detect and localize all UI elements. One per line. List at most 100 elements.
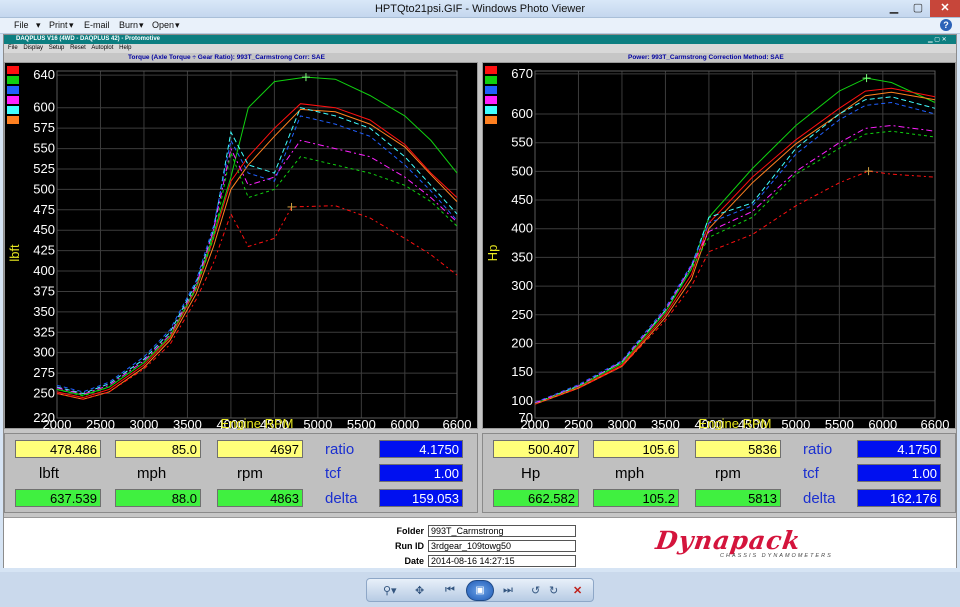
y-tick-label: 250 xyxy=(511,307,533,322)
delta-value: 159.053 xyxy=(379,489,463,507)
x-tick-label: 3500 xyxy=(173,417,202,430)
y-tick-label: 300 xyxy=(33,345,55,360)
ratio-value: 4.1750 xyxy=(379,440,463,458)
menu-print[interactable]: Print xyxy=(49,20,68,30)
app-menu-autoplot[interactable]: Autoplot xyxy=(91,45,113,51)
app-menu-setup[interactable]: Setup xyxy=(49,45,65,51)
power-value-box: 500.407 xyxy=(493,440,579,458)
plot-frame xyxy=(56,70,458,419)
tcf-label: tcf xyxy=(325,465,341,482)
y-tick-label: 400 xyxy=(511,221,533,236)
y-tick-label: 640 xyxy=(33,67,55,82)
close-button[interactable]: ✕ xyxy=(930,0,960,17)
unit-label: mph xyxy=(615,465,645,482)
y-tick-label: 400 xyxy=(33,263,55,278)
legend-swatch xyxy=(485,96,497,104)
peak-rpm-box: 5813 xyxy=(695,489,781,507)
ratio-label: ratio xyxy=(803,441,833,458)
y-tick-label: 670 xyxy=(511,66,533,81)
rotate-right-icon[interactable]: ↻ xyxy=(549,584,558,597)
menu-email[interactable]: E-mail xyxy=(84,20,110,30)
menu-open[interactable]: Open xyxy=(152,20,174,30)
speed-value-box: 105.6 xyxy=(593,440,679,458)
y-tick-label: 550 xyxy=(33,141,55,156)
app-menu-reset[interactable]: Reset xyxy=(70,45,86,51)
legend-swatch xyxy=(7,106,19,114)
y-tick-label: 275 xyxy=(33,365,55,380)
unit-label: mph xyxy=(137,465,167,482)
power-chart-svg: 2000 2500 3000 3500 4000 4500 5000 5500 6000 6600… xyxy=(485,66,950,430)
series-line xyxy=(534,91,936,405)
x-tick-label: 2500 xyxy=(564,417,593,430)
actual-size-icon[interactable]: ✥ xyxy=(415,584,424,597)
rpm-value-box: 5836 xyxy=(695,440,781,458)
delete-icon[interactable]: ✕ xyxy=(573,584,582,597)
dynapack-logo: Dynapack CHASSIS DYNAMOMETERS xyxy=(653,522,880,562)
chevron-down-icon: ▾ xyxy=(139,20,144,30)
legend-swatch xyxy=(485,106,497,114)
y-axis-label: Hp xyxy=(485,245,500,262)
y-tick-label: 525 xyxy=(33,161,55,176)
y-tick-label: 425 xyxy=(33,243,55,258)
x-tick-label: 5500 xyxy=(825,417,854,430)
slideshow-button[interactable]: ▣ xyxy=(466,580,494,601)
maximize-button[interactable]: ▢ xyxy=(906,0,930,17)
next-icon[interactable]: ⏭ xyxy=(503,584,513,597)
y-tick-label: 200 xyxy=(511,335,533,350)
previous-icon[interactable]: ⏮ xyxy=(445,584,455,597)
torque-chart-svg: 2000 2500 3000 3500 4000 4500 5000 5500 6000 6600… xyxy=(7,66,471,430)
torque-value-box: 478.486 xyxy=(15,440,101,458)
x-tick-label: 6000 xyxy=(390,417,419,430)
x-tick-label: 6600 xyxy=(921,417,950,430)
y-tick-label: 300 xyxy=(511,278,533,293)
peak-power-box: 662.582 xyxy=(493,489,579,507)
legend-swatch xyxy=(7,66,19,74)
menu-bar: File ▾ Print ▾ E-mail Burn ▾ Open ▾ ? xyxy=(0,18,960,34)
y-tick-label: 350 xyxy=(33,304,55,319)
chevron-down-icon: ▾ xyxy=(36,20,41,30)
x-tick-label: 3000 xyxy=(607,417,636,430)
zoom-icon[interactable]: ⚲▾ xyxy=(383,584,397,597)
run-info-panel: Folder 993T_Carmstrong Run ID 3rdgear_10… xyxy=(4,517,956,568)
y-tick-label: 575 xyxy=(33,120,55,135)
speed-value-box: 85.0 xyxy=(115,440,201,458)
app-menu-file[interactable]: File xyxy=(8,45,18,51)
app-window-controls-icon: ▁ ▢ ✕ xyxy=(928,37,947,43)
series-line xyxy=(56,115,458,393)
unit-label: lbft xyxy=(39,465,60,482)
date-value: 2014-08-16 14:27:15 xyxy=(428,555,576,567)
unit-label: rpm xyxy=(237,465,263,482)
x-tick-label: 5000 xyxy=(303,417,332,430)
power-readout-panel: 500.407 105.6 5836 Hp mph rpm 662.582 10… xyxy=(482,433,956,513)
legend-swatch xyxy=(485,116,497,124)
runid-label: Run ID xyxy=(395,541,424,551)
legend-swatch xyxy=(7,76,19,84)
date-label: Date xyxy=(404,556,424,566)
help-icon[interactable]: ? xyxy=(940,19,952,31)
legend-swatch xyxy=(485,76,497,84)
menu-file[interactable]: File xyxy=(14,20,29,30)
y-tick-label: 600 xyxy=(511,106,533,121)
x-tick-label: 5000 xyxy=(781,417,810,430)
x-tick-label: 5500 xyxy=(347,417,376,430)
y-tick-label: 550 xyxy=(511,135,533,150)
window-title: HPTQto21psi.GIF - Windows Photo Viewer xyxy=(374,3,586,15)
tcf-value: 1.00 xyxy=(857,464,941,482)
logo-wordmark: Dynapack xyxy=(653,526,803,555)
rpm-value-box: 4697 xyxy=(217,440,303,458)
app-menu-help[interactable]: Help xyxy=(119,45,131,51)
app-menu-display[interactable]: Display xyxy=(23,45,43,51)
y-tick-label: 220 xyxy=(33,410,55,425)
menu-burn[interactable]: Burn xyxy=(119,20,138,30)
x-tick-label: 3500 xyxy=(651,417,680,430)
y-tick-label: 70 xyxy=(519,410,533,425)
peak-speed-box: 105.2 xyxy=(593,489,679,507)
series-line xyxy=(534,170,936,405)
peak-rpm-box: 4863 xyxy=(217,489,303,507)
rotate-left-icon[interactable]: ↺ xyxy=(531,584,540,597)
y-tick-label: 500 xyxy=(33,181,55,196)
minimize-button[interactable]: ▁ xyxy=(882,0,906,17)
series-line xyxy=(56,139,458,395)
folder-value: 993T_Carmstrong xyxy=(428,525,576,537)
y-tick-label: 100 xyxy=(511,393,533,408)
